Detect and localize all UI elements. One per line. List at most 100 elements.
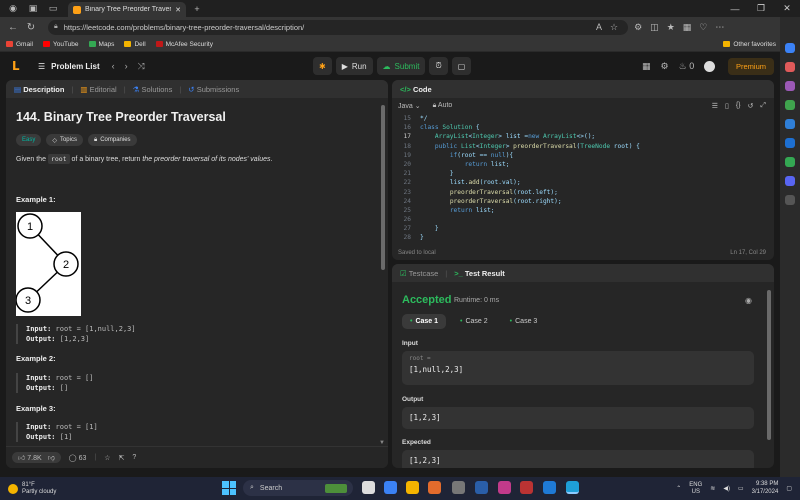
favorites-icon[interactable]: ★: [667, 22, 675, 33]
code-line[interactable]: 26: [392, 215, 774, 224]
companies-tag[interactable]: 🔒︎ Companies: [87, 134, 137, 146]
maximize-icon[interactable]: ❐: [748, 0, 774, 17]
tab-description[interactable]: ▤ Description: [14, 85, 64, 94]
prev-problem-icon[interactable]: ‹: [112, 61, 115, 72]
eye-icon[interactable]: ◉: [745, 296, 752, 305]
search-sidebar-icon[interactable]: [785, 43, 795, 53]
like-button[interactable]: 👍︎ 7.8K: [18, 453, 42, 462]
extensions-icon[interactable]: ⚙: [634, 22, 642, 33]
notes-icon[interactable]: ☰: [712, 102, 718, 110]
profile-icon[interactable]: ◉: [6, 3, 20, 15]
result-scrollbar[interactable]: [767, 290, 771, 440]
tab-solutions[interactable]: ⚗ Solutions: [133, 85, 173, 94]
language-indicator[interactable]: ENG US: [689, 482, 702, 496]
tab-editorial[interactable]: ▥ Editorial: [80, 85, 116, 94]
timer-button[interactable]: ⏰︎: [429, 57, 448, 75]
star-icon[interactable]: ☆: [104, 454, 110, 462]
code-line[interactable]: 25 return list;: [392, 206, 774, 215]
avatar[interactable]: [704, 60, 716, 72]
games-icon[interactable]: [785, 100, 795, 110]
auto-mode[interactable]: 🔒︎ Auto: [433, 102, 453, 110]
close-window-icon[interactable]: ✕: [774, 0, 800, 17]
bookmark-mcafee[interactable]: McAfee Security: [155, 41, 213, 48]
leetcode-logo[interactable]: ᒪ: [12, 59, 24, 73]
bookmark-maps[interactable]: Maps: [88, 41, 114, 48]
code-tab[interactable]: </> Code: [400, 85, 432, 94]
collections-icon[interactable]: ▦: [683, 22, 692, 33]
comments-button[interactable]: ◯ 63: [69, 454, 87, 462]
code-line[interactable]: 19 if(root == null){: [392, 151, 774, 160]
format-icon[interactable]: {}: [736, 102, 741, 110]
premium-button[interactable]: Premium: [728, 57, 775, 75]
code-line[interactable]: 27 }: [392, 224, 774, 233]
code-line[interactable]: 24 preorderTraversal(root.right);: [392, 197, 774, 206]
browser-tab[interactable]: Binary Tree Preorder Traversal - L ✕: [68, 2, 186, 17]
app-icon[interactable]: [520, 481, 533, 494]
case-tab-1[interactable]: • Case 1: [402, 314, 447, 329]
brave-icon[interactable]: [428, 481, 441, 494]
streak-counter[interactable]: ♨ 0: [679, 61, 695, 72]
more-menu-icon[interactable]: ⋯: [715, 22, 724, 33]
tab-testcase[interactable]: ☑ Testcase: [400, 269, 438, 278]
store-icon[interactable]: [475, 481, 488, 494]
notifications-icon[interactable]: ▢: [786, 485, 792, 492]
back-icon[interactable]: ←: [4, 22, 22, 33]
next-problem-icon[interactable]: ›: [125, 61, 128, 72]
code-line[interactable]: 28}: [392, 233, 774, 242]
shuffle-icon[interactable]: ⤨: [138, 61, 145, 72]
wifi-icon[interactable]: ≋: [710, 485, 715, 492]
tab-test-result[interactable]: >_ Test Result: [454, 269, 505, 278]
layout-icon[interactable]: ▦: [642, 61, 651, 72]
drop-icon[interactable]: [785, 157, 795, 167]
add-sidebar-icon[interactable]: [785, 195, 795, 205]
code-line[interactable]: 21 }: [392, 169, 774, 178]
clock[interactable]: 9:38 PM 3/17/2024: [752, 481, 779, 496]
bookmark-gmail[interactable]: Gmail: [6, 41, 33, 48]
app-icon[interactable]: [452, 481, 465, 494]
lock-icon[interactable]: 🔒︎: [54, 23, 58, 31]
shopping-icon[interactable]: [785, 62, 795, 72]
media-icon[interactable]: [498, 481, 511, 494]
start-button[interactable]: [222, 481, 236, 495]
tools-icon[interactable]: [785, 81, 795, 91]
code-editor[interactable]: 15 */16 class Solution {17 ArrayList<Integ…: [392, 114, 774, 243]
task-view-icon[interactable]: [362, 481, 375, 494]
thumbs-down-icon[interactable]: 👎︎: [48, 453, 55, 462]
fullscreen-icon[interactable]: ⤢: [760, 102, 766, 110]
language-select[interactable]: Java ⌄: [398, 102, 421, 110]
problem-list-link[interactable]: ☰ Problem List: [38, 62, 100, 71]
new-tab-icon[interactable]: +: [190, 3, 204, 15]
run-button[interactable]: ▶ Run: [335, 57, 373, 75]
volume-icon[interactable]: ◀): [723, 485, 730, 492]
chevron-up-icon[interactable]: ⌃: [676, 485, 681, 492]
favorite-star-icon[interactable]: ☆: [610, 22, 618, 33]
url-input[interactable]: 🔒︎ https://leetcode.com/problems/binary-…: [48, 19, 628, 35]
code-line[interactable]: 16 class Solution {: [392, 123, 774, 132]
bookmark-icon[interactable]: ▯: [725, 102, 729, 110]
code-line[interactable]: 22 list.add(root.val);: [392, 178, 774, 187]
battery-icon[interactable]: ▭: [738, 485, 744, 492]
file-explorer-icon[interactable]: [406, 481, 419, 494]
settings-icon[interactable]: ⚙: [661, 61, 669, 72]
taskbar-search[interactable]: ⌕ Search: [243, 480, 353, 496]
refresh-icon[interactable]: ↻: [22, 22, 40, 33]
code-line[interactable]: 20 return list;: [392, 160, 774, 169]
chat-icon[interactable]: [384, 481, 397, 494]
case-tab-3[interactable]: • Case 3: [502, 314, 546, 329]
outlook-icon[interactable]: [785, 138, 795, 148]
code-line[interactable]: 23 preorderTraversal(root.left);: [392, 188, 774, 197]
workspaces-icon[interactable]: ▣: [26, 3, 40, 15]
code-line[interactable]: 17 ArrayList<Integer> list =new ArrayLis…: [392, 132, 774, 141]
weather-widget[interactable]: 81°F Partly cloudy: [8, 482, 56, 496]
debug-button[interactable]: ✱: [313, 57, 332, 75]
vscode-icon[interactable]: [543, 481, 556, 494]
close-tab-icon[interactable]: ✕: [175, 6, 181, 14]
share-icon[interactable]: ⇱: [119, 454, 125, 462]
bookmark-youtube[interactable]: YouTube: [42, 41, 79, 48]
minimize-icon[interactable]: —: [722, 0, 748, 17]
edge-icon[interactable]: [566, 481, 579, 494]
tab-actions-icon[interactable]: ▭: [46, 3, 60, 15]
submit-button[interactable]: ☁ Submit: [376, 57, 426, 75]
split-screen-icon[interactable]: ◫: [650, 22, 659, 33]
notes-button[interactable]: ▢: [451, 57, 472, 75]
